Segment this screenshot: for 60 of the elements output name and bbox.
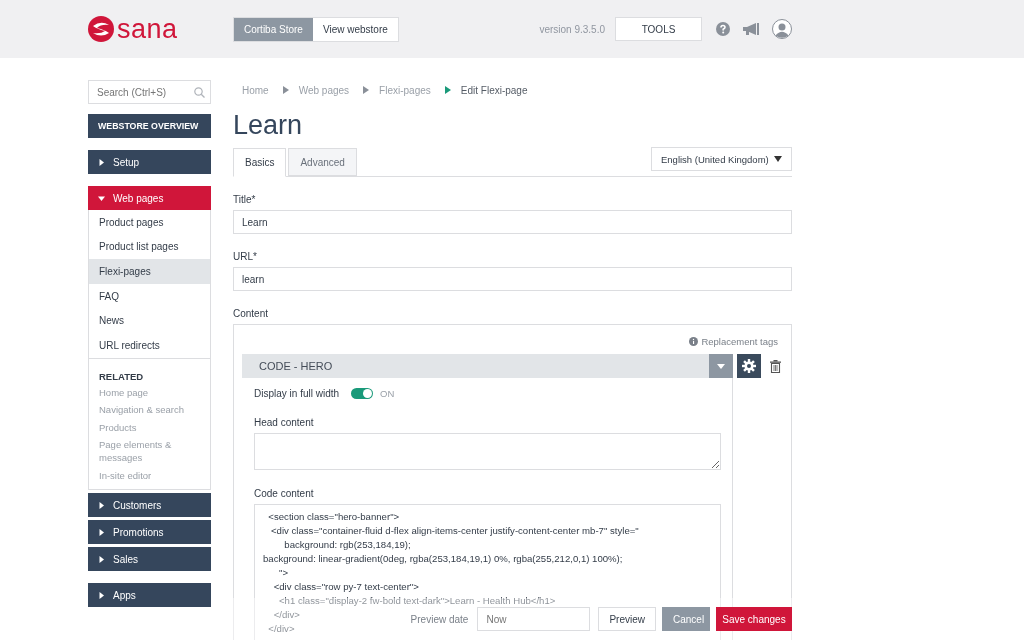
sidebar-item[interactable]: Flexi-pages: [89, 259, 210, 284]
sidebar-item[interactable]: News: [89, 308, 210, 333]
breadcrumb-arrow-icon: [363, 86, 370, 94]
head-content-field[interactable]: [254, 433, 721, 470]
caret-right-icon: [98, 591, 105, 599]
sidebar-section[interactable]: Promotions: [88, 520, 211, 545]
footer-button[interactable]: Save changes: [716, 607, 792, 631]
sidebar-item[interactable]: FAQ: [89, 283, 210, 309]
caret-right-icon: [98, 528, 105, 536]
footer-button[interactable]: Preview: [598, 607, 656, 631]
breadcrumb-arrow-icon: [282, 86, 289, 94]
preview-date-field[interactable]: Now: [477, 607, 591, 631]
language-dropdown[interactable]: English (United Kingdom): [651, 147, 792, 171]
tab[interactable]: Advanced: [288, 148, 357, 176]
sidebar-item[interactable]: Product pages: [89, 210, 210, 235]
settings-button[interactable]: [737, 354, 761, 378]
caret-right-icon: [98, 158, 105, 166]
field-label: Content: [233, 308, 270, 319]
search-field[interactable]: Search (Ctrl+S): [88, 80, 211, 104]
replacement-tags-link[interactable]: Replacement tags: [689, 336, 778, 347]
sidebar-section[interactable]: Setup: [88, 150, 211, 174]
toggle-state-text: ON: [380, 388, 395, 399]
megaphone-icon[interactable]: [742, 22, 760, 36]
search-icon: [194, 87, 205, 98]
setting-label: Display in full width: [254, 388, 340, 399]
sidebar-section[interactable]: Apps: [88, 583, 211, 608]
sidebar-section[interactable]: Sales: [88, 547, 211, 572]
breadcrumb-arrow-icon: [444, 86, 451, 94]
trash-icon[interactable]: [770, 359, 781, 373]
caret-down-icon: [774, 156, 782, 162]
field-label: Code content: [254, 488, 315, 499]
caret-right-icon: [98, 555, 105, 563]
field-label: Head content: [254, 417, 315, 428]
field-label: URL*: [233, 251, 258, 262]
store-switch-button[interactable]: View webstore: [312, 17, 398, 41]
version-text: version 9.3.5.0: [539, 23, 605, 35]
tools-button[interactable]: TOOLS: [615, 17, 702, 41]
sidebar-item[interactable]: URL redirects: [89, 332, 210, 358]
text-field[interactable]: Learn: [233, 210, 792, 234]
sidebar-section[interactable]: Web pages: [88, 186, 211, 210]
block-title: CODE - HERO: [259, 360, 333, 372]
tab[interactable]: Basics: [233, 148, 287, 177]
preview-date-label: Preview date: [410, 613, 469, 625]
caret-down-icon: [717, 363, 725, 369]
sidebar-item[interactable]: Product list pages: [89, 234, 210, 260]
webstore-overview-button[interactable]: WEBSTORE OVERVIEW: [88, 114, 211, 138]
field-label: Title*: [233, 194, 257, 205]
text-field[interactable]: learn: [233, 267, 792, 291]
info-icon: [689, 337, 699, 346]
sidebar-section[interactable]: Customers: [88, 493, 211, 518]
caret-down-icon: [98, 194, 105, 202]
page-title: Learn: [233, 109, 304, 141]
logo-text: sana: [117, 15, 178, 43]
logo-icon: [88, 16, 114, 42]
help-icon[interactable]: [716, 22, 730, 36]
caret-right-icon: [98, 501, 105, 509]
gear-icon: [742, 359, 756, 373]
toggle-switch[interactable]: [351, 388, 374, 399]
related-heading: RELATED: [99, 370, 145, 382]
user-avatar-icon[interactable]: [772, 19, 792, 39]
